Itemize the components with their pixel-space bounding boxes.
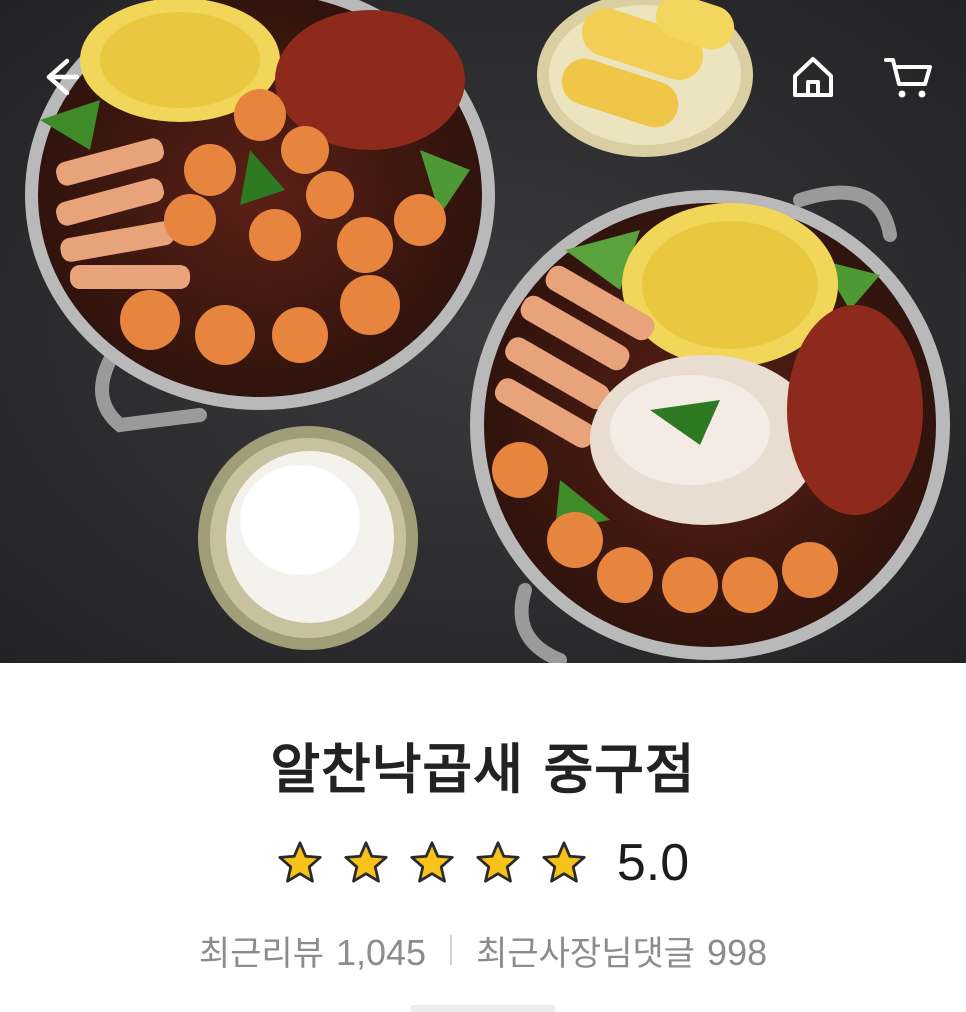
- recent-review-link[interactable]: 최근리뷰 1,045: [199, 926, 426, 975]
- owner-reply-link[interactable]: 최근사장님댓글 998: [476, 926, 767, 975]
- owner-reply-count: 998: [707, 931, 768, 973]
- home-icon: [793, 57, 833, 97]
- rating-row[interactable]: 5.0: [0, 833, 966, 893]
- rating-value: 5.0: [616, 834, 690, 892]
- pan-right: [470, 185, 950, 663]
- arrow-left-icon: [46, 58, 80, 96]
- stats-divider: [450, 935, 453, 965]
- back-button[interactable]: [27, 45, 91, 109]
- hero-food-photo: [0, 0, 966, 663]
- rice-bowl: [198, 426, 418, 650]
- cart-icon: [884, 58, 932, 98]
- star-icon: [542, 841, 586, 883]
- egg-roll-bowl: [537, 0, 753, 157]
- cart-button[interactable]: [876, 45, 940, 109]
- star-icon: [278, 841, 322, 883]
- store-name: 알찬낙곱새 중구점: [270, 738, 696, 801]
- sheet-handle: [410, 1005, 556, 1012]
- recent-review-label: 최근리뷰: [198, 933, 324, 974]
- review-stats: 최근리뷰 1,045 최근사장님댓글 998: [0, 926, 966, 975]
- star-icon: [410, 841, 454, 883]
- store-screen: 알찬낙곱새 중구점 5.0 최근리뷰 1,045 최근사장님댓글 998: [0, 0, 966, 1012]
- store-info: 알찬낙곱새 중구점 5.0 최근리뷰 1,045 최근사장님댓글 998: [0, 663, 966, 1012]
- star-icon: [344, 841, 388, 883]
- owner-reply-label: 최근사장님댓글: [476, 933, 696, 974]
- rating-stars: [277, 840, 587, 886]
- star-icon: [476, 841, 520, 883]
- home-button[interactable]: [781, 45, 845, 109]
- recent-review-count: 1,045: [335, 931, 427, 973]
